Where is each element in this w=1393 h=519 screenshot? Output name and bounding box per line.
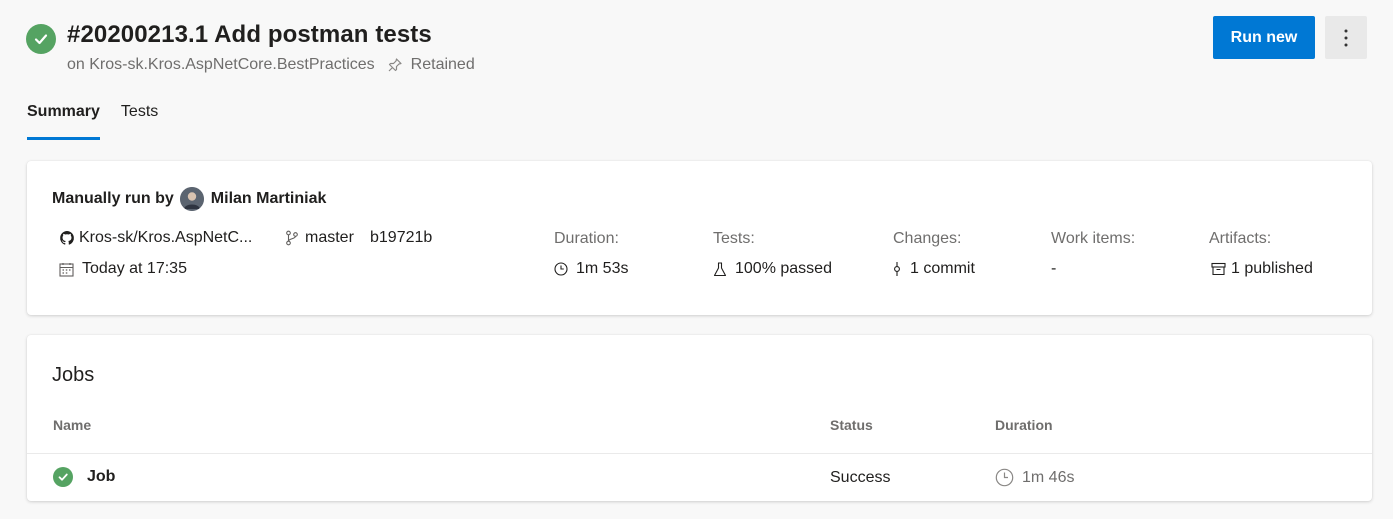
pin-icon: [387, 57, 403, 73]
calendar-icon: [59, 262, 74, 277]
work-items-label: Work items:: [1051, 230, 1136, 247]
run-new-button[interactable]: Run new: [1213, 16, 1315, 59]
tab-tests[interactable]: Tests: [121, 100, 158, 140]
run-subtitle: on Kros-sk.Kros.AspNetCore.BestPractices…: [67, 55, 475, 75]
commit-id[interactable]: b19721b: [370, 229, 432, 247]
changes-text: 1 commit: [910, 260, 975, 277]
clock-icon: [554, 262, 568, 276]
job-duration-cell: 1m 46s: [995, 468, 1074, 487]
tests-value[interactable]: 100% passed: [713, 260, 832, 278]
more-vertical-icon[interactable]: [1325, 16, 1367, 59]
tests-label: Tests:: [713, 230, 755, 247]
job-duration: 1m 46s: [1022, 468, 1075, 486]
jobs-card: Jobs Name Status Duration Job Success 1m…: [27, 335, 1372, 501]
table-row[interactable]: Job Success 1m 46s: [27, 454, 1372, 501]
success-check-icon: [53, 467, 73, 487]
changes-label: Changes:: [893, 230, 962, 247]
user-name[interactable]: Milan Martiniak: [211, 190, 327, 208]
job-name: Job: [87, 468, 116, 485]
column-header-name: Name: [53, 417, 92, 433]
column-header-status: Status: [830, 417, 873, 433]
duration-text: 1m 53s: [576, 260, 629, 277]
job-name-cell: Job: [53, 467, 115, 487]
branch-info[interactable]: master: [285, 229, 354, 247]
duration-label: Duration:: [554, 230, 619, 247]
tab-summary[interactable]: Summary: [27, 100, 100, 140]
clock-icon: [995, 468, 1014, 487]
pipeline-run-page: #20200213.1 Add postman tests on Kros-sk…: [0, 0, 1393, 519]
jobs-title: Jobs: [52, 364, 95, 386]
duration-value: 1m 53s: [554, 260, 628, 278]
repo-info[interactable]: Kros-sk/Kros.AspNetC...: [59, 229, 252, 247]
artifact-icon: [1211, 262, 1226, 276]
branch-icon: [285, 230, 299, 246]
run-date: Today at 17:35: [82, 260, 187, 277]
column-header-duration: Duration: [995, 417, 1053, 433]
run-by-label: Manually run by: [52, 190, 174, 207]
tab-bar: Summary Tests: [27, 100, 179, 140]
run-by: Manually run by Milan Martiniak: [52, 187, 326, 211]
summary-card: Manually run by Milan Martiniak Kros-sk/…: [27, 161, 1372, 315]
date-info: Today at 17:35: [59, 260, 187, 278]
changes-value[interactable]: 1 commit: [893, 260, 975, 278]
branch-name: master: [305, 229, 354, 246]
artifacts-text: 1 published: [1231, 260, 1313, 277]
repo-name: Kros-sk/Kros.AspNetC...: [79, 229, 253, 246]
retained-label: Retained: [410, 56, 475, 73]
github-icon: [59, 230, 75, 246]
job-status: Success: [830, 469, 891, 486]
tests-text: 100% passed: [735, 260, 832, 277]
page-title: #20200213.1 Add postman tests: [67, 21, 432, 48]
commit-icon: [893, 261, 901, 277]
success-check-icon: [26, 24, 56, 54]
work-items-value: -: [1051, 260, 1057, 277]
artifacts-value[interactable]: 1 published: [1211, 260, 1313, 278]
run-header: #20200213.1 Add postman tests on Kros-sk…: [26, 16, 1367, 80]
flask-icon: [713, 261, 727, 277]
artifacts-label: Artifacts:: [1209, 230, 1272, 247]
avatar: [179, 187, 204, 211]
repo-link[interactable]: on Kros-sk.Kros.AspNetCore.BestPractices: [67, 55, 375, 75]
